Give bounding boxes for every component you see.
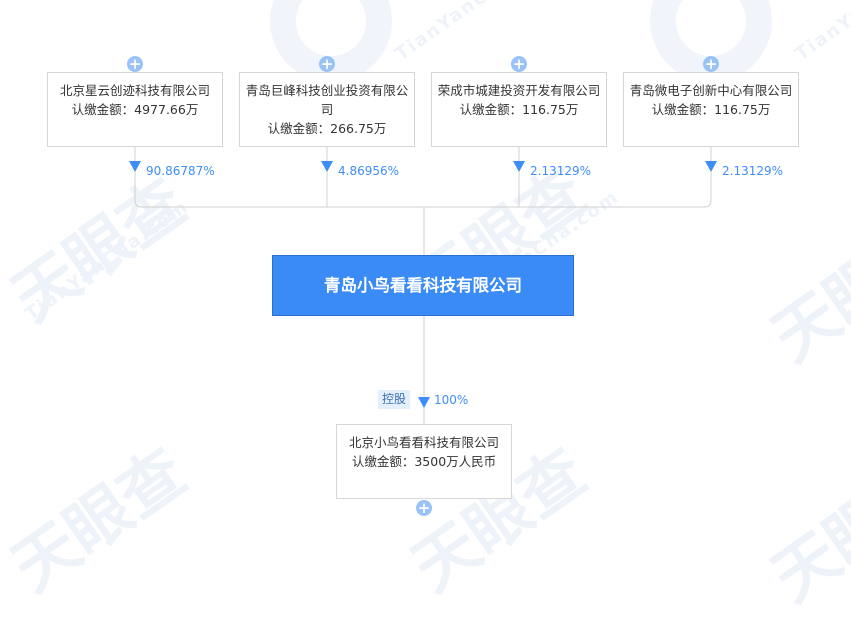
arrow-down-icon [129, 161, 141, 172]
shareholder-node-2[interactable]: 青岛巨峰科技创业投资有限公司 认缴金额：266.75万 [239, 72, 415, 147]
subsidiary-node[interactable]: 北京小鸟看看科技有限公司 认缴金额：3500万人民币 [336, 424, 512, 499]
arrow-down-icon [321, 161, 333, 172]
shareholder-amount: 认缴金额：116.75万 [459, 102, 579, 117]
shareholder-amount: 认缴金额：4977.66万 [71, 102, 199, 117]
shareholder-percent: 90.86787% [146, 164, 215, 178]
shareholder-percent: 2.13129% [722, 164, 784, 178]
expand-plus-icon[interactable]: + [416, 500, 432, 516]
shareholder-amount: 认缴金额：266.75万 [267, 121, 387, 136]
shareholder-amount: 认缴金额：116.75万 [651, 102, 771, 117]
shareholder-percent: 2.13129% [530, 164, 592, 178]
subsidiary-percent: 100% [434, 393, 469, 407]
subsidiary-amount: 认缴金额：3500万人民币 [351, 454, 497, 469]
shareholder-name: 荣成市城建投资开发有限公司 [437, 83, 601, 98]
expand-plus-icon[interactable]: + [127, 56, 143, 72]
shareholder-name: 青岛微电子创新中心有限公司 [629, 83, 793, 98]
shareholder-percent: 4.86956% [338, 164, 400, 178]
relation-tag: 控股 [378, 390, 411, 409]
expand-plus-icon[interactable]: + [703, 56, 719, 72]
arrow-down-icon [705, 161, 717, 172]
shareholder-node-3[interactable]: 荣成市城建投资开发有限公司 认缴金额：116.75万 [431, 72, 607, 147]
arrow-down-icon [513, 161, 525, 172]
shareholder-node-4[interactable]: 青岛微电子创新中心有限公司 认缴金额：116.75万 [623, 72, 799, 147]
shareholder-name: 青岛巨峰科技创业投资有限公司 [245, 83, 409, 117]
expand-plus-icon[interactable]: + [319, 56, 335, 72]
shareholder-node-1[interactable]: 北京星云创迹科技有限公司 认缴金额：4977.66万 [47, 72, 223, 147]
shareholder-name: 北京星云创迹科技有限公司 [59, 83, 210, 98]
subsidiary-name: 北京小鸟看看科技有限公司 [348, 435, 499, 450]
main-company-node[interactable]: 青岛小鸟看看科技有限公司 [272, 255, 574, 316]
expand-plus-icon[interactable]: + [511, 56, 527, 72]
arrow-down-icon [418, 397, 430, 408]
